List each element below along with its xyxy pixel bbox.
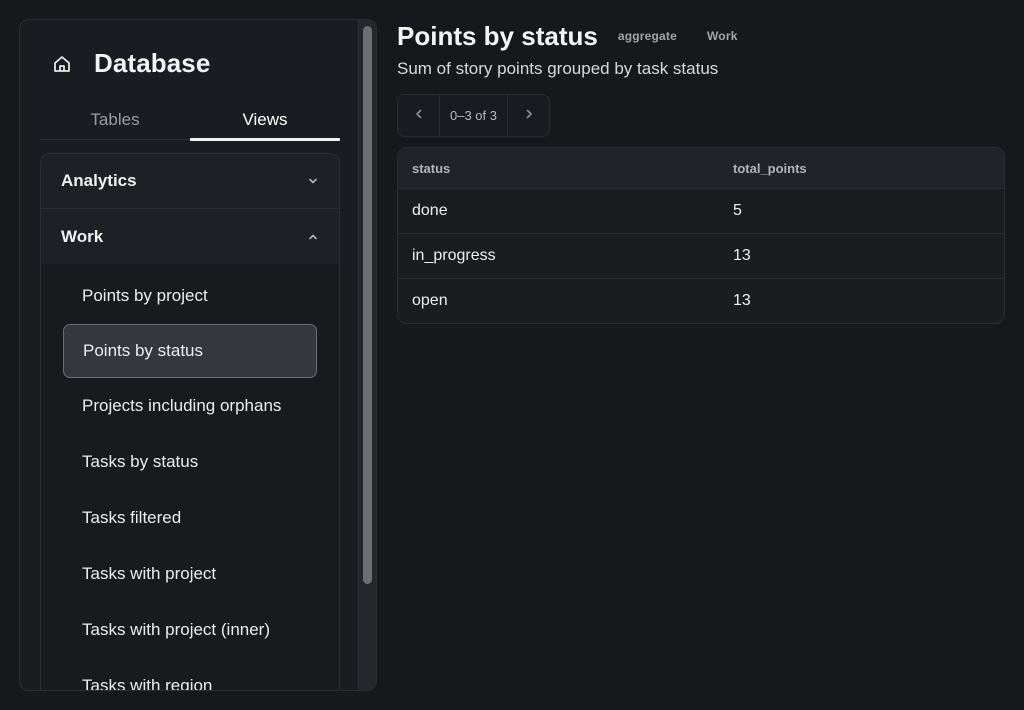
nav-item-points-by-status[interactable]: Points by status <box>63 324 317 378</box>
kind-badge: aggregate <box>617 29 677 43</box>
sidebar-tabs: Tables Views <box>40 100 340 141</box>
nav-item-tasks-with-project[interactable]: Tasks with project <box>41 546 339 602</box>
tab-tables[interactable]: Tables <box>40 100 190 139</box>
pagination: 0–3 of 3 <box>397 94 550 137</box>
cell-status: open <box>412 292 448 309</box>
views-nav: Analytics Work Points by project Points … <box>40 153 340 690</box>
page-title: Points by status <box>397 20 598 51</box>
nav-item-tasks-with-project-inner[interactable]: Tasks with project (inner) <box>41 602 339 658</box>
group-analytics[interactable]: Analytics <box>41 154 339 209</box>
nav-item-tasks-by-status[interactable]: Tasks by status <box>41 434 339 490</box>
group-label: Work <box>61 226 104 246</box>
cell-total-points: 5 <box>733 202 742 219</box>
next-page-button[interactable] <box>507 95 549 136</box>
table-header-row: status total_points <box>398 148 1004 188</box>
tab-views[interactable]: Views <box>190 100 340 141</box>
previous-page-button[interactable] <box>398 95 440 136</box>
sidebar: Database Tables Views Analytics Work Poi… <box>19 19 377 691</box>
results-table: status total_points done 5 in_progress 1… <box>397 147 1005 324</box>
page-subtitle: Sum of story points grouped by task stat… <box>397 59 719 78</box>
cell-total-points: 13 <box>733 247 751 264</box>
sidebar-content: Database Tables Views Analytics Work Poi… <box>20 20 358 690</box>
chevron-up-icon <box>307 231 319 243</box>
nav-item-tasks-with-region[interactable]: Tasks with region <box>41 658 339 690</box>
group-work[interactable]: Work <box>41 209 339 264</box>
scrollbar-thumb[interactable] <box>363 26 372 584</box>
chevron-left-icon <box>413 107 425 125</box>
nav-item-tasks-filtered[interactable]: Tasks filtered <box>41 490 339 546</box>
sidebar-title: Database <box>94 48 211 78</box>
table-row: open 13 <box>398 278 1004 323</box>
table-row: done 5 <box>398 188 1004 233</box>
page-range-label: 0–3 of 3 <box>450 108 497 123</box>
chevron-down-icon <box>307 175 319 187</box>
table-row: in_progress 13 <box>398 233 1004 278</box>
cell-status: done <box>412 202 448 219</box>
cell-total-points: 13 <box>733 292 751 309</box>
column-header-total-points[interactable]: total_points <box>718 161 1004 176</box>
column-header-status[interactable]: status <box>398 161 718 176</box>
nav-item-projects-including-orphans[interactable]: Projects including orphans <box>41 378 339 434</box>
chevron-right-icon <box>523 107 535 125</box>
work-view-list: Points by project Points by status Proje… <box>41 264 339 690</box>
title-row: Points by status aggregate Work <box>397 20 1005 52</box>
nav-item-points-by-project[interactable]: Points by project <box>41 268 339 324</box>
group-badge: Work <box>706 29 738 43</box>
home-icon[interactable] <box>52 54 72 74</box>
cell-status: in_progress <box>412 247 496 264</box>
main-content: Points by status aggregate Work Sum of s… <box>397 20 1005 324</box>
brand: Database <box>52 48 210 79</box>
group-label: Analytics <box>61 171 137 190</box>
sidebar-scrollbar[interactable] <box>358 20 376 690</box>
